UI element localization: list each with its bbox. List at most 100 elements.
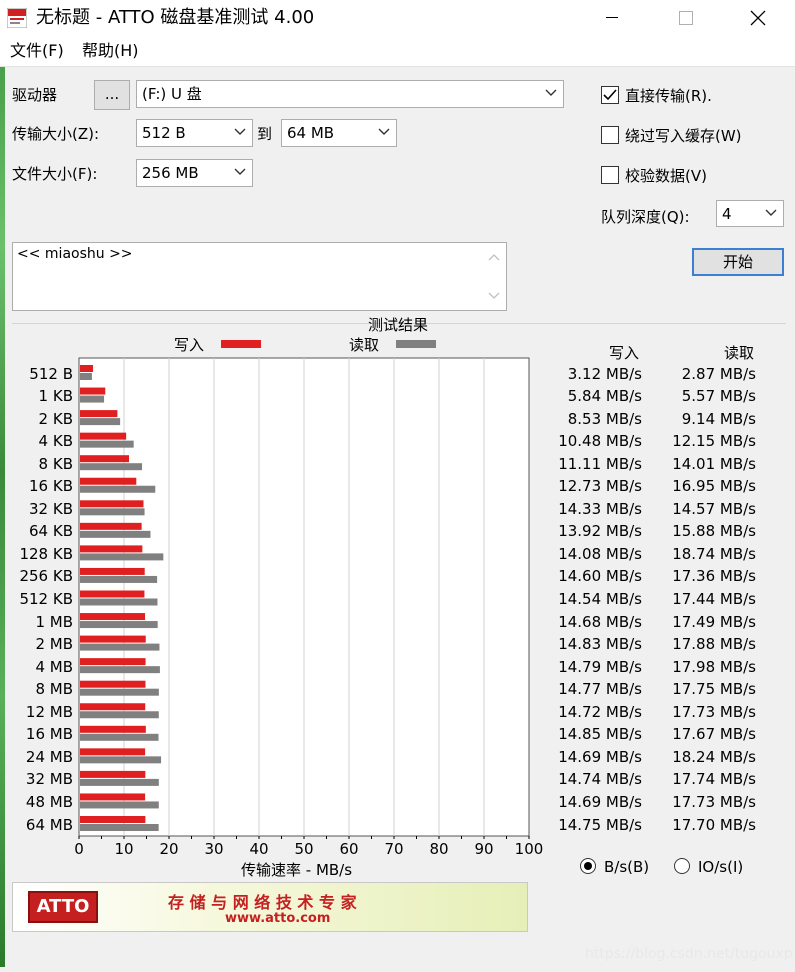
read-value: 9.14 MB/s [681, 409, 756, 428]
read-value: 17.67 MB/s [672, 725, 756, 744]
legend-write-swatch [221, 340, 261, 348]
write-value: 12.73 MB/s [558, 477, 642, 496]
write-value: 3.12 MB/s [567, 364, 642, 383]
start-button[interactable]: 开始 [692, 248, 784, 276]
write-value: 14.69 MB/s [558, 792, 642, 811]
io-per-sec-radio[interactable] [674, 858, 690, 874]
write-bar [80, 816, 146, 823]
write-value: 11.11 MB/s [558, 454, 642, 473]
x-tick-label: 10 [114, 840, 133, 858]
maximize-button[interactable] [663, 0, 709, 36]
maximize-icon [679, 11, 693, 25]
read-bar [80, 801, 159, 809]
read-bar [80, 621, 158, 629]
atto-logo: ATTO [28, 891, 98, 923]
direct-io-label: 直接传输(R). [625, 87, 712, 105]
read-bar [80, 530, 151, 538]
bypass-cache-checkbox[interactable] [601, 126, 619, 144]
read-value: 17.88 MB/s [672, 635, 756, 654]
write-value: 14.75 MB/s [558, 815, 642, 834]
transfer-size-to-select[interactable]: 64 MB [281, 119, 397, 147]
verify-data-label: 校验数据(V) [625, 167, 707, 185]
write-value: 14.33 MB/s [558, 499, 642, 518]
description-textarea[interactable]: << miaoshu >> [12, 242, 507, 311]
read-bar [80, 553, 164, 561]
menu-file[interactable]: 文件(F) [10, 40, 64, 62]
bytes-per-sec-radio[interactable] [580, 858, 596, 874]
size-label: 32 KB [29, 499, 73, 518]
minimize-button[interactable] [589, 0, 635, 36]
atto-banner[interactable]: ATTO 存 储 与 网 络 技 术 专 家 www.atto.com [12, 882, 528, 932]
read-value: 17.73 MB/s [672, 792, 756, 811]
transfer-size-to-value: 64 MB [287, 124, 335, 142]
read-value: 2.87 MB/s [681, 364, 756, 383]
write-value: 14.54 MB/s [558, 590, 642, 608]
banner-tagline: 存 储 与 网 络 技 术 专 家 [168, 893, 357, 912]
read-value: 18.24 MB/s [672, 747, 756, 766]
verify-data-checkbox[interactable] [601, 166, 619, 184]
write-bar [80, 455, 129, 463]
read-bar [80, 666, 160, 674]
file-size-label: 文件大小(F): [12, 165, 98, 183]
queue-depth-label: 队列深度(Q): [601, 208, 690, 226]
size-label: 512 B [29, 364, 73, 383]
browse-button[interactable]: ... [94, 80, 130, 110]
write-bar [80, 477, 137, 485]
description-text: << miaoshu >> [17, 246, 133, 262]
write-value: 14.60 MB/s [558, 567, 642, 586]
x-tick-label: 80 [429, 840, 448, 858]
read-bar [80, 463, 143, 471]
chevron-down-icon [234, 128, 246, 135]
transfer-size-from-select[interactable]: 512 B [136, 119, 253, 147]
close-button[interactable] [735, 0, 781, 36]
size-label: 32 MB [25, 770, 73, 789]
write-bar [80, 613, 146, 621]
write-value: 14.77 MB/s [558, 680, 642, 699]
atto-logo-text: ATTO [36, 896, 90, 917]
file-size-select[interactable]: 256 MB [136, 159, 253, 187]
read-bar [80, 440, 134, 448]
read-bar [80, 688, 159, 696]
x-tick-label: 100 [515, 840, 544, 858]
direct-io-checkbox[interactable] [601, 86, 619, 104]
write-value: 14.74 MB/s [558, 770, 642, 789]
write-value: 8.53 MB/s [567, 409, 642, 428]
read-bar [80, 575, 158, 583]
close-icon [750, 10, 766, 26]
read-bar [80, 778, 159, 786]
write-value: 14.83 MB/s [558, 635, 642, 654]
size-label: 64 MB [25, 815, 73, 834]
bypass-cache-label: 绕过写入缓存(W) [625, 127, 742, 145]
drive-select[interactable]: (F:) U 盘 [136, 80, 564, 108]
read-value: 17.36 MB/s [672, 567, 756, 586]
write-value: 10.48 MB/s [558, 432, 642, 451]
read-value: 17.44 MB/s [672, 590, 756, 608]
read-bar [80, 756, 162, 764]
menu-help[interactable]: 帮助(H) [82, 40, 139, 62]
scroll-up-icon[interactable] [488, 253, 500, 261]
queue-depth-select[interactable]: 4 [716, 200, 784, 227]
write-bar [80, 703, 146, 711]
write-bar [80, 748, 146, 756]
read-bar [80, 711, 159, 719]
x-tick-label: 70 [384, 840, 403, 858]
write-bar [80, 432, 127, 440]
write-bar [80, 365, 94, 372]
scroll-down-icon[interactable] [488, 292, 500, 300]
read-bar [80, 508, 145, 516]
write-value: 13.92 MB/s [558, 522, 642, 541]
size-label: 16 KB [29, 477, 73, 496]
transfer-size-label: 传输大小(Z): [12, 125, 100, 143]
read-value: 17.70 MB/s [672, 815, 756, 834]
file-size-value: 256 MB [142, 164, 199, 182]
write-bar [80, 567, 145, 575]
size-label: 16 MB [25, 725, 73, 744]
size-label: 64 KB [29, 522, 73, 541]
results-title: 测试结果 [368, 316, 429, 334]
x-tick-label: 50 [294, 840, 313, 858]
read-column-header: 读取 [724, 344, 755, 362]
banner-url: www.atto.com [225, 911, 331, 926]
write-value: 14.69 MB/s [558, 747, 642, 766]
size-label: 8 MB [35, 680, 73, 699]
read-value: 14.57 MB/s [672, 499, 756, 518]
